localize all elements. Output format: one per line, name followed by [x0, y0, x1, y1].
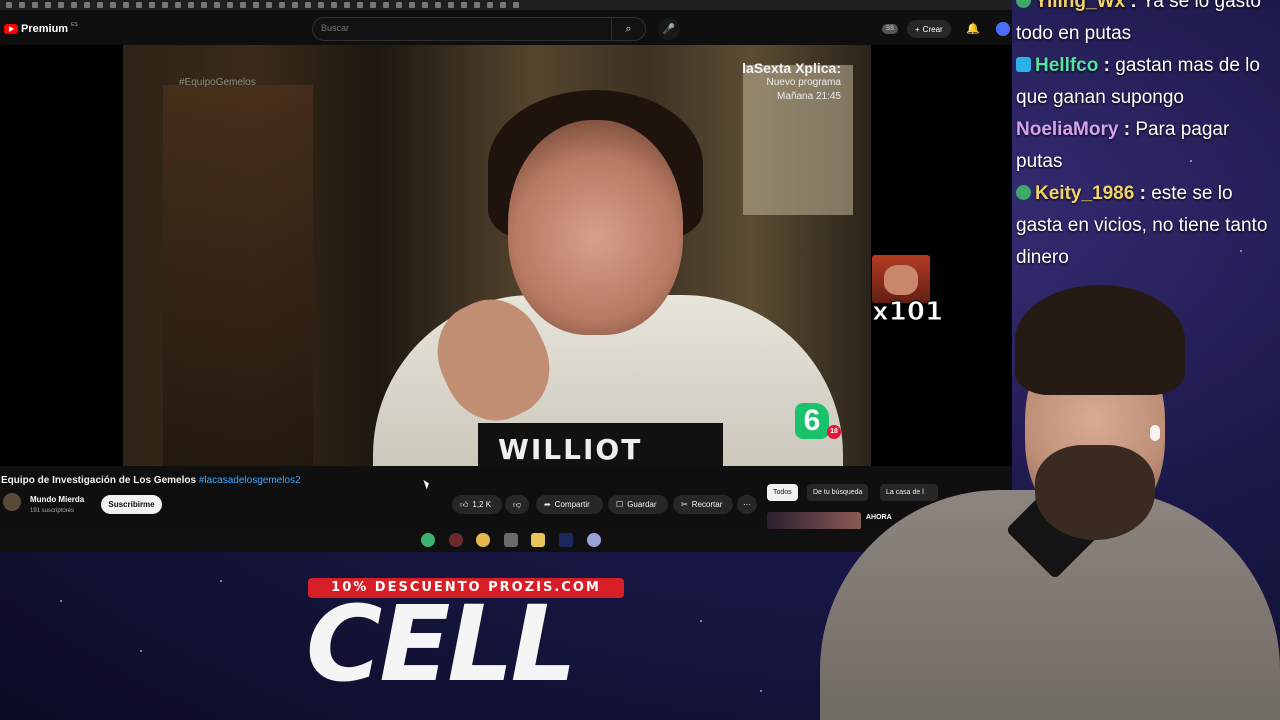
channel-name[interactable]: Mundo Mierda — [30, 495, 84, 504]
share-button[interactable]: ➦ Compartir — [536, 495, 603, 514]
like-count: 1,2 K — [472, 500, 492, 509]
search-box: ⌕ — [312, 17, 646, 41]
overlay-hashtag: #EquipoGemelos — [179, 77, 256, 88]
chat-username: Keity_1986 — [1035, 183, 1135, 204]
cube-icon — [1016, 57, 1031, 72]
header-badge[interactable]: SS — [882, 24, 898, 34]
mouse-cursor-icon — [423, 478, 431, 490]
chat-badge-icon — [1016, 0, 1031, 8]
sponsor-logo-text: CELL — [306, 583, 577, 705]
search-icon[interactable]: ⌕ — [611, 18, 645, 40]
bookmark-icon: ☐ — [616, 500, 624, 509]
logo-text: Premium — [21, 23, 69, 35]
bell-icon[interactable]: 🔔 — [966, 22, 980, 35]
person-face — [508, 120, 683, 335]
chat-message: Hellfco : gastan mas de lo que ganan sup… — [1016, 55, 1260, 108]
tv-promo: laSexta Xplica: Nuevo programa Mañana 21… — [742, 60, 841, 104]
video-title-text: Equipo de Investigación de Los Gemelos — [1, 475, 197, 486]
sweater-text: WILLIOT — [498, 433, 643, 466]
app-icon[interactable] — [449, 533, 463, 547]
chat-message: Yiling_Wx : Ya se lo gasto todo en putas — [1016, 0, 1280, 50]
save-label: Guardar — [627, 500, 657, 509]
chat-username: NoeliaMory — [1016, 119, 1119, 140]
youtube-header: Premium ES ⌕ 🎤 SS + Crear 🔔 — [0, 14, 1012, 44]
channel-avatar[interactable] — [3, 493, 21, 511]
chat-username: Hellfco — [1035, 55, 1099, 76]
avatar-icon[interactable] — [996, 22, 1010, 36]
clip-label: Recortar — [691, 500, 723, 509]
promo-title: laSexta Xplica: — [742, 60, 841, 76]
stream-chat: Yiling_Wx : Ya se lo gasto todo en putas… — [1016, 0, 1280, 290]
chat-message: NoeliaMory : Para pagar putas — [1016, 119, 1230, 172]
create-label: Crear — [922, 24, 943, 34]
background-door — [163, 85, 313, 466]
streamer-beard — [1035, 445, 1155, 540]
bookmarks-bar — [0, 0, 1012, 10]
video-frame[interactable]: WILLIOT #EquipoGemelos laSexta Xplica: N… — [123, 45, 871, 466]
thumbs-up-icon: 👍︎ — [460, 499, 469, 509]
scissors-icon: ✂ — [681, 500, 688, 509]
logo-region: ES — [71, 22, 78, 28]
thumbs-down-icon: 👎︎ — [512, 499, 522, 509]
youtube-logo[interactable]: Premium ES — [4, 22, 78, 35]
like-button[interactable]: 👍︎ 1,2 K — [452, 495, 502, 514]
discord-icon[interactable] — [587, 533, 601, 547]
share-label: Compartir — [554, 500, 590, 509]
promo-line-1: Nuevo programa — [766, 77, 841, 88]
promo-line-2: Mañana 21:45 — [777, 91, 841, 102]
spotify-icon[interactable] — [421, 533, 435, 547]
youtube-play-icon — [4, 24, 18, 34]
plus-icon: + — [915, 24, 920, 34]
chrome-icon[interactable] — [476, 533, 490, 547]
dislike-button[interactable]: 👎︎ — [505, 495, 529, 514]
save-button[interactable]: ☐ Guardar — [608, 495, 668, 514]
subscriber-count: 191 suscriptores — [30, 508, 75, 514]
mic-icon[interactable]: 🎤 — [658, 18, 680, 40]
chat-badge-icon — [1016, 185, 1031, 200]
earbud-icon — [1150, 425, 1160, 441]
video-title-hashtag[interactable]: #lacasadelosgemelos2 — [199, 475, 301, 486]
tool-icon[interactable] — [504, 533, 518, 547]
streamer-hair — [1015, 285, 1185, 395]
more-actions-button[interactable]: ··· — [737, 495, 757, 514]
subscribe-button[interactable]: Suscribirme — [101, 495, 162, 514]
search-input[interactable] — [321, 23, 601, 33]
clip-button[interactable]: ✂ Recortar — [673, 495, 733, 514]
chat-message: Keity_1986 : este se lo gasta en vicios,… — [1016, 183, 1268, 268]
folder-icon[interactable] — [531, 533, 545, 547]
photoshop-icon[interactable] — [559, 533, 573, 547]
streamer-webcam — [780, 285, 1280, 720]
create-button[interactable]: + Crear — [907, 20, 951, 38]
video-title: Equipo de Investigación de Los Gemelos #… — [1, 475, 301, 486]
chat-username: Yiling_Wx — [1035, 0, 1126, 12]
share-icon: ➦ — [544, 500, 551, 509]
